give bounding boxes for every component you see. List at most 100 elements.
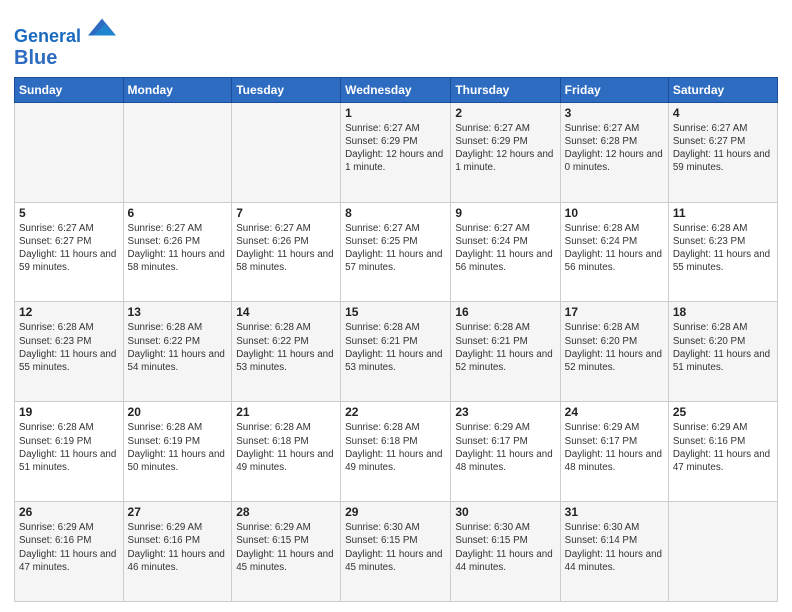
day-number: 31 (565, 505, 664, 519)
day-info: Sunrise: 6:29 AM Sunset: 6:16 PM Dayligh… (128, 521, 228, 574)
calendar-cell: 16Sunrise: 6:28 AM Sunset: 6:21 PM Dayli… (451, 302, 560, 402)
calendar-cell (232, 102, 341, 202)
calendar-cell: 17 Sunrise: 6:28 AM Sunset: 6:20 PM Dayli… (560, 302, 668, 402)
calendar-cell: 12 Sunrise: 6:28 AM Sunset: 6:23 PM Dayli… (15, 302, 124, 402)
day-number: 17 (565, 305, 664, 319)
calendar-cell: 30 Sunrise: 6:30 AM Sunset: 6:15 PM Dayli… (451, 502, 560, 602)
day-info: Sunrise: 6:28 AM Sunset: 6:19 PM Dayligh… (128, 421, 228, 474)
day-number: 25 (673, 405, 773, 419)
day-info: Sunrise: 6:29 AM Sunset: 6:17 PM Dayligh… (455, 421, 555, 474)
day-number: 28 (236, 505, 336, 519)
day-number: 10 (565, 206, 664, 220)
day-number: 1 (345, 106, 446, 120)
day-info: Sunrise: 6:27 AM Sunset: 6:26 PM Dayligh… (236, 222, 336, 275)
calendar-cell (15, 102, 124, 202)
calendar-cell: 5Sunrise: 6:27 AM Sunset: 6:27 PM Daylig… (15, 202, 124, 302)
day-number: 22 (345, 405, 446, 419)
day-info: Sunrise: 6:29 AM Sunset: 6:15 PM Dayligh… (236, 521, 336, 574)
weekday-header-friday: Friday (560, 77, 668, 102)
calendar-table: SundayMondayTuesdayWednesdayThursdayFrid… (14, 77, 778, 602)
day-number: 30 (455, 505, 555, 519)
weekday-header-row: SundayMondayTuesdayWednesdayThursdayFrid… (15, 77, 778, 102)
day-info: Sunrise: 6:28 AM Sunset: 6:18 PM Dayligh… (236, 421, 336, 474)
day-number: 2 (455, 106, 555, 120)
day-info: Sunrise: 6:27 AM Sunset: 6:24 PM Dayligh… (455, 222, 555, 275)
day-info: Sunrise: 6:29 AM Sunset: 6:16 PM Dayligh… (673, 421, 773, 474)
weekday-header-sunday: Sunday (15, 77, 124, 102)
day-number: 14 (236, 305, 336, 319)
day-info: Sunrise: 6:28 AM Sunset: 6:24 PM Dayligh… (565, 222, 664, 275)
day-number: 11 (673, 206, 773, 220)
weekday-header-thursday: Thursday (451, 77, 560, 102)
day-number: 16 (455, 305, 555, 319)
calendar-cell: 14 Sunrise: 6:28 AM Sunset: 6:22 PM Dayli… (232, 302, 341, 402)
week-row-1: 5Sunrise: 6:27 AM Sunset: 6:27 PM Daylig… (15, 202, 778, 302)
week-row-4: 26 Sunrise: 6:29 AM Sunset: 6:16 PM Dayli… (15, 502, 778, 602)
day-number: 13 (128, 305, 228, 319)
calendar-cell: 19Sunrise: 6:28 AM Sunset: 6:19 PM Dayli… (15, 402, 124, 502)
calendar-cell: 22Sunrise: 6:28 AM Sunset: 6:18 PM Dayli… (341, 402, 451, 502)
day-info: Sunrise: 6:29 AM Sunset: 6:17 PM Dayligh… (565, 421, 664, 474)
calendar-cell (668, 502, 777, 602)
day-info: Sunrise: 6:30 AM Sunset: 6:15 PM Dayligh… (455, 521, 555, 574)
calendar-cell (123, 102, 232, 202)
calendar-cell: 20 Sunrise: 6:28 AM Sunset: 6:19 PM Dayli… (123, 402, 232, 502)
day-number: 18 (673, 305, 773, 319)
day-info: Sunrise: 6:27 AM Sunset: 6:28 PM Dayligh… (565, 122, 664, 175)
calendar-cell: 15 Sunrise: 6:28 AM Sunset: 6:21 PM Dayli… (341, 302, 451, 402)
calendar-cell: 7Sunrise: 6:27 AM Sunset: 6:26 PM Daylig… (232, 202, 341, 302)
weekday-header-wednesday: Wednesday (341, 77, 451, 102)
calendar-cell: 3 Sunrise: 6:27 AM Sunset: 6:28 PM Daylig… (560, 102, 668, 202)
day-info: Sunrise: 6:27 AM Sunset: 6:26 PM Dayligh… (128, 222, 228, 275)
day-number: 20 (128, 405, 228, 419)
day-number: 24 (565, 405, 664, 419)
day-number: 3 (565, 106, 664, 120)
day-info: Sunrise: 6:28 AM Sunset: 6:23 PM Dayligh… (673, 222, 773, 275)
day-info: Sunrise: 6:27 AM Sunset: 6:27 PM Dayligh… (673, 122, 773, 175)
day-info: Sunrise: 6:27 AM Sunset: 6:25 PM Dayligh… (345, 222, 446, 275)
day-number: 9 (455, 206, 555, 220)
calendar-cell: 13 Sunrise: 6:28 AM Sunset: 6:22 PM Dayli… (123, 302, 232, 402)
calendar-cell: 23 Sunrise: 6:29 AM Sunset: 6:17 PM Dayli… (451, 402, 560, 502)
logo-text: General (14, 14, 116, 47)
day-info: Sunrise: 6:28 AM Sunset: 6:19 PM Dayligh… (19, 421, 119, 474)
weekday-header-tuesday: Tuesday (232, 77, 341, 102)
page: General Blue SundayMondayTuesdayWednesda… (0, 0, 792, 612)
day-info: Sunrise: 6:30 AM Sunset: 6:14 PM Dayligh… (565, 521, 664, 574)
calendar-cell: 8 Sunrise: 6:27 AM Sunset: 6:25 PM Daylig… (341, 202, 451, 302)
calendar-cell: 11 Sunrise: 6:28 AM Sunset: 6:23 PM Dayli… (668, 202, 777, 302)
day-number: 4 (673, 106, 773, 120)
calendar-cell: 10 Sunrise: 6:28 AM Sunset: 6:24 PM Dayli… (560, 202, 668, 302)
calendar-cell: 21 Sunrise: 6:28 AM Sunset: 6:18 PM Dayli… (232, 402, 341, 502)
calendar-cell: 2 Sunrise: 6:27 AM Sunset: 6:29 PM Daylig… (451, 102, 560, 202)
day-number: 15 (345, 305, 446, 319)
day-info: Sunrise: 6:28 AM Sunset: 6:22 PM Dayligh… (236, 321, 336, 374)
day-number: 26 (19, 505, 119, 519)
day-number: 29 (345, 505, 446, 519)
day-info: Sunrise: 6:28 AM Sunset: 6:23 PM Dayligh… (19, 321, 119, 374)
day-info: Sunrise: 6:28 AM Sunset: 6:22 PM Dayligh… (128, 321, 228, 374)
day-number: 5 (19, 206, 119, 220)
calendar-cell: 4 Sunrise: 6:27 AM Sunset: 6:27 PM Daylig… (668, 102, 777, 202)
calendar-cell: 6 Sunrise: 6:27 AM Sunset: 6:26 PM Daylig… (123, 202, 232, 302)
day-number: 23 (455, 405, 555, 419)
day-info: Sunrise: 6:29 AM Sunset: 6:16 PM Dayligh… (19, 521, 119, 574)
logo-blue: Blue (14, 47, 116, 69)
day-info: Sunrise: 6:27 AM Sunset: 6:29 PM Dayligh… (455, 122, 555, 175)
day-number: 8 (345, 206, 446, 220)
weekday-header-saturday: Saturday (668, 77, 777, 102)
weekday-header-monday: Monday (123, 77, 232, 102)
day-info: Sunrise: 6:28 AM Sunset: 6:20 PM Dayligh… (565, 321, 664, 374)
logo-general: General (14, 26, 81, 46)
day-info: Sunrise: 6:28 AM Sunset: 6:21 PM Dayligh… (345, 321, 446, 374)
logo: General Blue (14, 14, 116, 69)
calendar-cell: 31 Sunrise: 6:30 AM Sunset: 6:14 PM Dayli… (560, 502, 668, 602)
day-info: Sunrise: 6:27 AM Sunset: 6:29 PM Dayligh… (345, 122, 446, 175)
day-number: 21 (236, 405, 336, 419)
calendar-cell: 27Sunrise: 6:29 AM Sunset: 6:16 PM Dayli… (123, 502, 232, 602)
calendar-cell: 9 Sunrise: 6:27 AM Sunset: 6:24 PM Daylig… (451, 202, 560, 302)
day-info: Sunrise: 6:30 AM Sunset: 6:15 PM Dayligh… (345, 521, 446, 574)
calendar-cell: 24 Sunrise: 6:29 AM Sunset: 6:17 PM Dayli… (560, 402, 668, 502)
day-number: 6 (128, 206, 228, 220)
day-number: 12 (19, 305, 119, 319)
